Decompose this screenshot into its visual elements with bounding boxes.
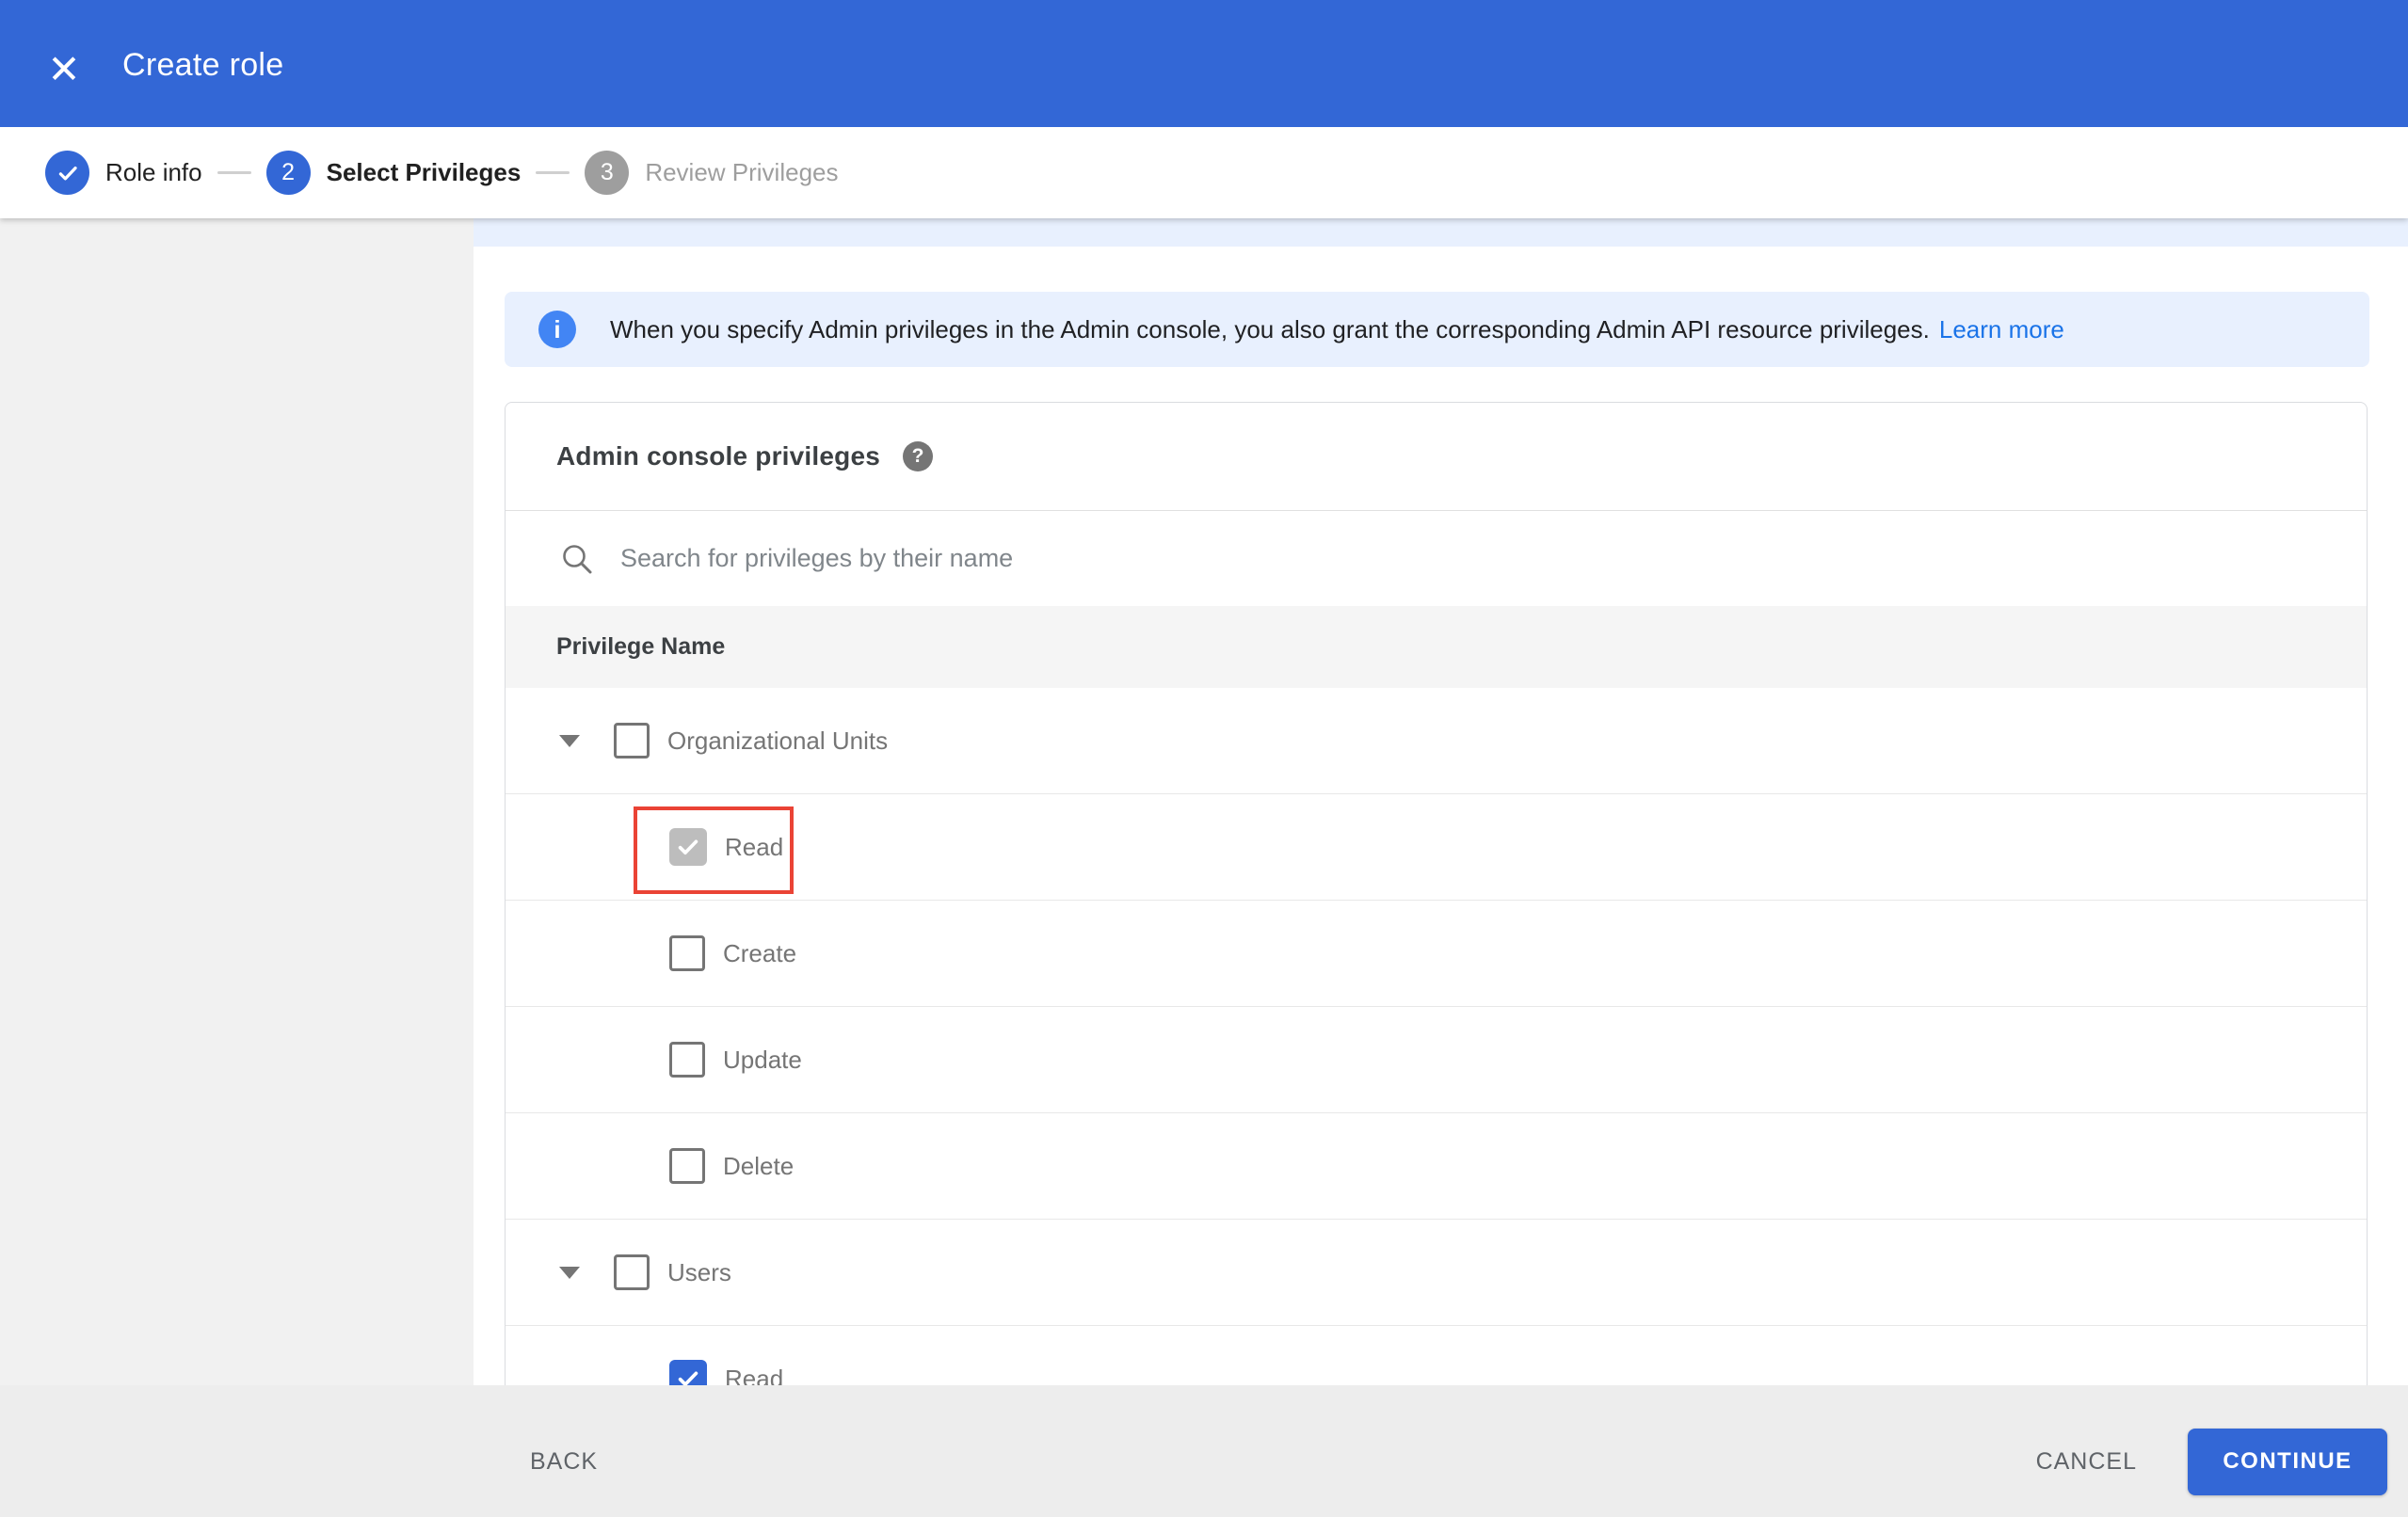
card-title: Admin console privileges <box>556 441 880 471</box>
step-role-info[interactable]: Role info <box>45 151 202 195</box>
search-row <box>506 511 2367 606</box>
back-button[interactable]: BACK <box>530 1448 598 1476</box>
step-label: Role info <box>105 158 202 186</box>
step-select-privileges[interactable]: 2 Select Privileges <box>265 151 522 195</box>
checkbox-label: Organizational Units <box>667 726 889 755</box>
checkbox-label: Create <box>723 938 797 967</box>
info-banner-text: When you specify Admin privileges in the… <box>610 314 1930 343</box>
step-number-circle: 3 <box>585 151 630 195</box>
step-review-privileges[interactable]: 3 Review Privileges <box>585 151 839 195</box>
checkbox-label: Delete <box>723 1151 795 1180</box>
checkbox-organizational-units[interactable] <box>614 723 650 758</box>
continue-button[interactable]: CONTINUE <box>2188 1428 2387 1495</box>
step-connector <box>217 171 251 174</box>
step-number-circle: 2 <box>265 151 311 195</box>
row-users: Users <box>506 1220 2367 1326</box>
checkbox-read-checked-disabled[interactable] <box>669 828 707 866</box>
checkbox-label: Update <box>723 1045 802 1074</box>
close-button[interactable]: ✕ <box>30 30 98 98</box>
create-role-dialog: ✕ Create role Role info 2 Select Privile… <box>0 0 2408 1517</box>
checkbox-update[interactable] <box>669 1042 705 1078</box>
step-label: Select Privileges <box>326 158 522 186</box>
checkbox-create[interactable] <box>669 935 705 971</box>
search-icon <box>563 544 592 573</box>
column-header-privilege-name: Privilege Name <box>556 633 726 660</box>
checkbox-delete[interactable] <box>669 1148 705 1184</box>
expander-triangle-icon[interactable] <box>559 734 580 747</box>
app-bar-title: Create role <box>122 47 284 83</box>
close-icon: ✕ <box>47 46 81 91</box>
check-icon <box>678 839 698 854</box>
row-organizational-units: Organizational Units <box>506 688 2367 794</box>
check-icon <box>58 166 77 180</box>
learn-more-link[interactable]: Learn more <box>1939 315 2064 344</box>
checkbox-label: Users <box>667 1257 731 1286</box>
checkbox-users[interactable] <box>614 1254 650 1290</box>
left-sidebar <box>0 218 474 1517</box>
card-title-row: Admin console privileges ? <box>506 403 2367 511</box>
scrolled-banner-strip <box>474 218 2408 247</box>
table-header: Privilege Name <box>506 606 2367 688</box>
step-connector <box>536 171 570 174</box>
app-bar: ✕ Create role <box>0 0 2408 127</box>
row-ou-update: Update <box>506 1007 2367 1113</box>
step-complete-circle <box>45 151 89 195</box>
checkbox-label: Read <box>725 832 784 861</box>
stepper: Role info 2 Select Privileges 3 Review P… <box>0 127 2408 218</box>
privileges-card: Admin console privileges ? Privilege Nam… <box>505 402 2368 1517</box>
step-label: Review Privileges <box>645 158 839 186</box>
info-icon: i <box>538 311 576 348</box>
help-icon[interactable]: ? <box>903 441 933 471</box>
row-ou-read: Read <box>506 794 2367 901</box>
cancel-button[interactable]: CANCEL <box>2036 1448 2137 1476</box>
info-banner: i When you specify Admin privileges in t… <box>505 292 2369 367</box>
search-input[interactable] <box>620 544 1938 573</box>
expander-triangle-icon[interactable] <box>559 1266 580 1279</box>
row-ou-create: Create <box>506 901 2367 1007</box>
footer-bar: BACK CANCEL CONTINUE <box>0 1385 2408 1517</box>
row-ou-delete: Delete <box>506 1113 2367 1220</box>
content-area: i When you specify Admin privileges in t… <box>474 218 2408 1517</box>
